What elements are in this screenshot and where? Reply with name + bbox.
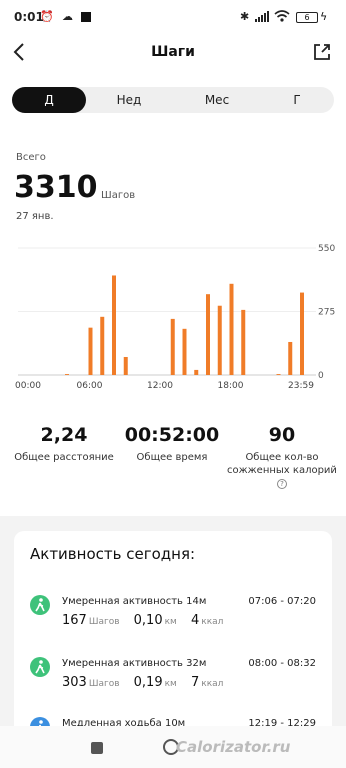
chart-bar	[194, 369, 199, 375]
cloud-icon: ☁	[62, 10, 73, 23]
activity-metrics: 303 Шагов 0,19 км 7 ккал	[62, 675, 233, 690]
notification-icon	[81, 12, 91, 22]
activity-name: Умеренная активность 14м	[62, 596, 207, 607]
chart-bar	[288, 341, 293, 375]
share-icon	[314, 44, 330, 60]
activity-distance: 0,10	[133, 613, 163, 628]
activity-distance-unit: км	[164, 679, 177, 689]
activity-kcal: 7	[190, 675, 200, 690]
stat-calories-block: Общее кол-во сожженных калорий ?	[226, 451, 338, 490]
activity-distance-unit: км	[164, 617, 177, 627]
stat-distance-value: 2,24	[40, 424, 88, 446]
tab-month[interactable]: Мес	[180, 87, 254, 113]
activity-distance: 0,19	[133, 675, 163, 690]
chart-bar	[206, 294, 210, 375]
chart-bar	[123, 356, 128, 375]
y-tick-label: 275	[318, 308, 335, 318]
activity-name: Умеренная активность 32м	[62, 658, 207, 669]
activity-title: Активность сегодня:	[30, 545, 196, 563]
chart-bar	[300, 292, 304, 375]
activity-time-range: 08:00 - 08:32	[248, 658, 316, 669]
stat-time-label: Общее время	[136, 452, 208, 463]
page-title: Шаги	[151, 44, 195, 60]
tab-year[interactable]: Г	[260, 87, 334, 113]
activity-kcal: 4	[190, 613, 200, 628]
stat-distance-label: Общее расстояние	[14, 452, 114, 463]
stat-calories-value: 90	[268, 424, 296, 446]
activity-metrics: 167 Шагов 0,10 км 4 ккал	[62, 613, 233, 628]
activity-steps: 303	[62, 675, 87, 690]
activity-time-range: 07:06 - 07:20	[248, 596, 316, 607]
watermark: Calorizator.ru	[176, 738, 291, 756]
chart-bar	[241, 309, 246, 375]
activity-steps-unit: Шагов	[88, 617, 120, 627]
status-bar: 0:01 ⏰ ☁ ✱ 6 ϟ	[0, 0, 346, 36]
tab-day[interactable]: Д	[12, 87, 86, 113]
period-tabs: Д Нед Мес Г	[12, 87, 334, 113]
tab-week[interactable]: Нед	[92, 87, 166, 113]
walker-icon	[30, 595, 50, 615]
chart-bar	[276, 374, 281, 375]
x-tick-label: 00:00	[15, 381, 41, 388]
activity-steps-unit: Шагов	[88, 679, 120, 689]
charging-icon: ϟ	[320, 10, 328, 23]
alarm-icon: ⏰	[40, 10, 54, 23]
chart-bar	[65, 374, 69, 375]
activity-item[interactable]: Умеренная активность 14м 07:06 - 07:20 1…	[14, 593, 332, 643]
x-tick-label: 18:00	[218, 381, 244, 388]
help-icon[interactable]: ?	[277, 479, 287, 489]
system-nav-bar: Calorizator.ru	[0, 726, 346, 768]
y-tick-label: 550	[318, 244, 335, 254]
steps-chart: 550 275 0 00:00 06:00 12:00 18:00 23:59	[15, 244, 335, 388]
y-tick-label: 0	[318, 371, 324, 381]
x-tick-label: 12:00	[147, 381, 173, 388]
chart-bar	[229, 283, 234, 375]
bluetooth-icon: ✱	[240, 10, 250, 23]
chart-bar	[170, 318, 175, 375]
recents-button[interactable]	[91, 742, 103, 754]
chart-bar	[88, 327, 93, 375]
wifi-icon	[274, 10, 290, 22]
share-button[interactable]	[312, 42, 332, 62]
activity-kcal-unit: ккал	[201, 617, 224, 627]
chart-bar	[100, 316, 105, 375]
total-label: Всего	[16, 152, 46, 163]
chart-bar	[182, 328, 187, 375]
summary-date: 27 янв.	[16, 211, 54, 222]
stat-calories-label: Общее кол-во сожженных калорий	[227, 452, 337, 476]
activity-kcal-unit: ккал	[201, 679, 224, 689]
battery-icon: 6	[296, 12, 318, 23]
activity-item[interactable]: Умеренная активность 32м 08:00 - 08:32 3…	[14, 655, 332, 705]
main-panel: 0:01 ⏰ ☁ ✱ 6 ϟ Шаги Д Нед Мес Г Всего 33…	[0, 0, 346, 516]
signal-icon	[255, 11, 269, 22]
total-steps-unit: Шагов	[101, 190, 136, 201]
total-steps-value: 3310	[14, 170, 98, 205]
x-tick-label: 23:59	[288, 381, 314, 388]
walker-icon	[30, 657, 50, 677]
chart-bar	[217, 305, 222, 375]
x-tick-label: 06:00	[77, 381, 103, 388]
activity-steps: 167	[62, 613, 87, 628]
chart-bar	[112, 275, 116, 375]
stat-time-value: 00:52:00	[124, 424, 220, 446]
